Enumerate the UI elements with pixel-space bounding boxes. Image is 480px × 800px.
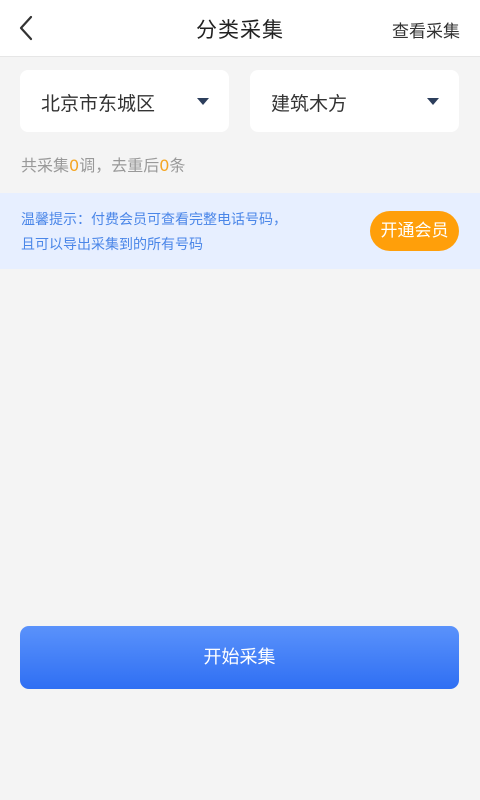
stats-middle: 调，去重后 — [79, 156, 160, 175]
notice-line-2: 且可以导出采集到的所有号码 — [21, 237, 203, 253]
collected-count: 0 — [69, 156, 80, 175]
view-collection-link[interactable]: 查看采集 — [392, 17, 460, 42]
caret-down-icon — [197, 98, 209, 105]
category-dropdown-value: 建筑木方 — [271, 93, 348, 115]
city-dropdown-value: 北京市东城区 — [41, 93, 156, 115]
notice-text: 温馨提示：付费会员可查看完整电话号码， 且可以导出采集到的所有号码 — [21, 208, 341, 258]
notice-line-1: 温馨提示：付费会员可查看完整电话号码， — [21, 212, 287, 228]
open-membership-button[interactable]: 开通会员 — [370, 211, 459, 251]
membership-notice: 温馨提示：付费会员可查看完整电话号码， 且可以导出采集到的所有号码 开通会员 — [0, 193, 480, 269]
stats-suffix: 条 — [169, 156, 186, 175]
start-collection-button[interactable]: 开始采集 — [20, 626, 459, 689]
category-dropdown[interactable]: 建筑木方 — [250, 70, 459, 132]
stats-prefix: 共采集 — [21, 156, 70, 175]
collection-stats: 共采集0调，去重后0条 — [21, 152, 185, 176]
top-bar: 分类采集 查看采集 — [0, 0, 480, 57]
deduped-count: 0 — [159, 156, 170, 175]
caret-down-icon — [427, 98, 439, 105]
city-dropdown[interactable]: 北京市东城区 — [20, 70, 229, 132]
